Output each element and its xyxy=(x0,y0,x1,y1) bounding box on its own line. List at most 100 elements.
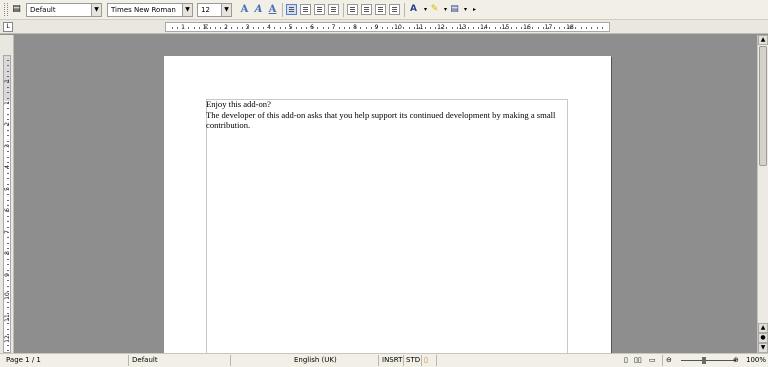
ruler-tick xyxy=(456,27,458,29)
vertical-ruler[interactable]: 1123456789101112 xyxy=(3,55,11,353)
bold-icon[interactable]: A xyxy=(238,3,251,16)
vertical-ruler-tick xyxy=(7,258,9,260)
italic-icon[interactable]: A xyxy=(252,3,265,16)
single-page-view-icon[interactable]: ▯ xyxy=(624,354,628,367)
vertical-ruler-tick xyxy=(7,344,9,346)
vertical-ruler-tick xyxy=(7,205,9,207)
paragraph-style-dropdown[interactable]: Default ▼ xyxy=(26,3,102,17)
document-body[interactable]: Enjoy this add-on? The developer of this… xyxy=(206,99,556,131)
ruler-tick xyxy=(424,27,426,29)
vertical-ruler-tick xyxy=(7,328,9,330)
toolbar-grip[interactable] xyxy=(4,3,8,16)
toolbar-separator xyxy=(343,3,344,17)
increase-indent-icon[interactable] xyxy=(389,4,400,15)
ruler-tick xyxy=(591,27,593,29)
zoom-level[interactable]: 100% xyxy=(746,354,766,367)
vertical-ruler-tick xyxy=(7,194,9,196)
page-style[interactable]: Default xyxy=(132,354,158,367)
ruler-tick xyxy=(494,27,496,29)
align-center-icon[interactable] xyxy=(300,4,311,15)
styles-icon[interactable]: ▤ xyxy=(10,3,23,16)
ruler-tick xyxy=(268,27,270,29)
ruler-tick xyxy=(489,27,491,29)
status-divider xyxy=(230,355,231,366)
ruler-tick xyxy=(537,27,539,29)
ruler-tick xyxy=(263,27,265,29)
vertical-ruler-tick xyxy=(7,318,9,319)
ruler-tick xyxy=(585,27,587,29)
ruler-tick xyxy=(559,27,560,29)
document-modified-icon[interactable]: ▯ xyxy=(424,354,428,367)
vertical-ruler-tick xyxy=(7,97,9,99)
ruler-tick xyxy=(317,27,319,29)
numbering-icon[interactable] xyxy=(347,4,358,15)
next-page-icon[interactable]: ▼ xyxy=(758,343,768,353)
ruler-tick xyxy=(258,27,259,29)
vertical-ruler-tick xyxy=(7,291,9,293)
vertical-ruler-tick xyxy=(7,76,9,78)
chevron-down-icon[interactable]: ▼ xyxy=(91,4,101,16)
ruler-tick xyxy=(327,27,329,29)
font-size-dropdown[interactable]: 12 ▼ xyxy=(197,3,232,17)
tab-stop-icon[interactable]: L xyxy=(3,22,13,32)
horizontal-ruler-bar: L 1123456789101112131415161718⧖▵ xyxy=(0,20,768,34)
align-left-icon[interactable] xyxy=(286,4,297,15)
vertical-ruler-tick xyxy=(7,156,9,158)
multi-page-view-icon[interactable]: ▯▯ xyxy=(634,354,642,367)
book-view-icon[interactable]: ▭ xyxy=(649,354,656,367)
vertical-ruler-tick xyxy=(7,280,9,282)
ruler-tick xyxy=(236,27,238,29)
ruler-tick xyxy=(478,27,480,29)
vertical-ruler-tick xyxy=(7,70,9,72)
justify-icon[interactable] xyxy=(328,4,339,15)
toolbar-options-icon[interactable]: ▸ xyxy=(468,3,481,16)
zoom-out-icon[interactable]: ⊖ xyxy=(666,354,672,367)
vertical-ruler-tick xyxy=(7,312,9,314)
ruler-tick xyxy=(376,27,378,29)
language-indicator[interactable]: English (UK) xyxy=(294,354,337,367)
ruler-tick xyxy=(408,27,410,29)
horizontal-ruler[interactable]: 1123456789101112131415161718⧖▵ xyxy=(165,22,610,32)
navigator-icon[interactable]: ● xyxy=(758,333,768,343)
scroll-thumb[interactable] xyxy=(759,46,767,166)
ruler-tick xyxy=(306,27,308,29)
insert-mode[interactable]: INSRT xyxy=(382,354,402,367)
ruler-tick xyxy=(430,27,431,29)
paragraph-style-value: Default xyxy=(30,6,56,14)
ruler-tick xyxy=(580,27,582,29)
scroll-up-icon[interactable]: ▲ xyxy=(758,35,768,45)
chevron-down-icon[interactable]: ▼ xyxy=(182,4,192,16)
ruler-tick xyxy=(338,27,340,29)
vertical-ruler-tick xyxy=(7,248,9,250)
right-indent-marker-icon[interactable]: ▵ xyxy=(568,23,572,31)
vertical-ruler-tick xyxy=(7,81,9,83)
chevron-down-icon[interactable]: ▼ xyxy=(221,4,231,16)
font-size-value: 12 xyxy=(201,6,210,14)
vertical-ruler-tick xyxy=(7,146,9,147)
vertical-ruler-tick xyxy=(7,350,9,352)
status-divider xyxy=(403,355,404,366)
vertical-ruler-tick xyxy=(7,232,9,233)
toolbar-separator xyxy=(282,3,283,17)
vertical-ruler-tick xyxy=(7,221,9,223)
document-page[interactable]: Enjoy this add-on? The developer of this… xyxy=(164,56,611,353)
selection-mode[interactable]: STD xyxy=(406,354,420,367)
ruler-tick xyxy=(446,27,448,29)
decrease-indent-icon[interactable] xyxy=(375,4,386,15)
bullets-icon[interactable] xyxy=(361,4,372,15)
zoom-slider-handle[interactable] xyxy=(702,357,706,364)
zoom-slider[interactable] xyxy=(681,360,736,361)
zoom-in-icon[interactable]: ⊕ xyxy=(733,354,739,367)
vertical-ruler-tick xyxy=(7,151,9,153)
underline-icon[interactable]: A xyxy=(266,3,279,16)
indent-marker-icon[interactable]: ⧖ xyxy=(204,23,209,31)
text-boundary xyxy=(206,99,568,353)
vertical-scrollbar[interactable]: ▲ ▲ ● ▼ xyxy=(757,35,768,353)
toolbar-separator xyxy=(404,3,405,17)
status-divider xyxy=(421,355,422,366)
previous-page-icon[interactable]: ▲ xyxy=(758,323,768,333)
font-name-dropdown[interactable]: Times New Roman ▼ xyxy=(107,3,193,17)
page-indicator[interactable]: Page 1 / 1 xyxy=(6,354,41,367)
align-right-icon[interactable] xyxy=(314,4,325,15)
ruler-tick xyxy=(354,27,356,29)
